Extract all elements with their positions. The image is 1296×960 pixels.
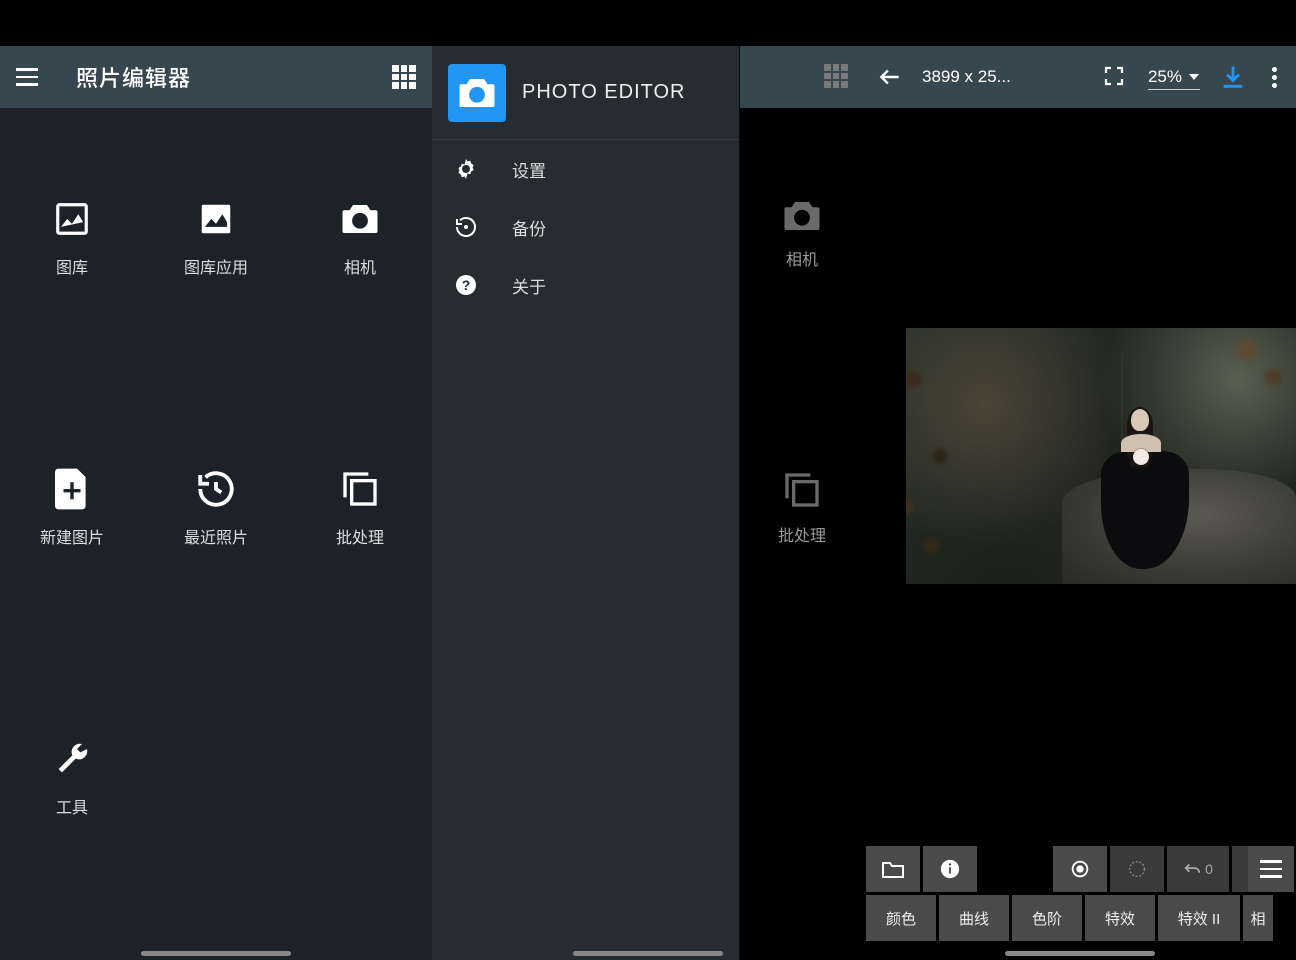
batch-icon [782,470,822,510]
gallery-icon [51,198,93,240]
back-button[interactable] [874,61,906,93]
gear-icon [452,157,480,181]
bg-batch-item: 批处理 [778,470,826,546]
status-bar [0,0,432,46]
wrench-icon [51,738,93,780]
home-indicator [573,951,723,956]
editor-panel: 3899 x 25... 25% [864,0,1296,960]
backup-item[interactable]: 备份 [432,198,739,256]
apps-grid-icon[interactable] [392,65,416,89]
apps-grid-icon[interactable] [824,64,848,88]
tool-row-tabs: 颜色 曲线 色阶 特效 特效 II 相 [866,895,1294,941]
about-label: 关于 [512,273,546,298]
nav-drawer: PHOTO EDITOR 设置 备份 ? 关于 [432,46,740,960]
status-bar [432,0,864,46]
zoom-dropdown[interactable]: 25% [1148,65,1200,90]
backup-label: 备份 [512,215,546,240]
tab-effects[interactable]: 特效 [1085,895,1155,941]
new-image-button[interactable]: 新建图片 [0,468,144,738]
tools-label: 工具 [56,794,88,818]
home-toolbar: 照片编辑器 [0,46,432,108]
tool-row-top: 0 0 [866,846,1294,892]
menu-icon[interactable] [16,63,44,91]
canvas-area[interactable] [864,108,1296,804]
undo-button[interactable]: 0 [1167,846,1229,892]
app-title: 照片编辑器 [76,61,191,93]
info-button[interactable] [923,846,977,892]
home-grid: 图库 图库应用 相机 新建图片 最近照片 [0,108,432,960]
batch-button[interactable]: 批处理 [288,468,432,738]
app-icon [448,64,506,122]
camera-label: 相机 [344,254,376,278]
drawer-header: PHOTO EDITOR [432,46,739,140]
gallery-button[interactable]: 图库 [0,198,144,468]
help-icon: ? [452,273,480,297]
home-indicator [141,951,291,956]
toolbar-gap [980,846,1050,892]
recent-button[interactable]: 最近照片 [144,468,288,738]
tab-more-cut[interactable]: 相 [1243,895,1273,941]
camera-button[interactable]: 相机 [288,198,432,468]
svg-text:?: ? [462,277,471,293]
drawer-panel: 相机 批处理 PHOTO EDITOR 设置 备份 ? [432,0,864,960]
camera-icon [781,198,823,234]
menu-fab-button[interactable] [1248,846,1294,892]
chevron-down-icon [1188,71,1200,83]
drawer-title: PHOTO EDITOR [522,81,686,104]
status-bar [864,0,1296,46]
batch-label: 批处理 [336,524,384,548]
brightness-button[interactable] [1110,846,1164,892]
gallery-label: 图库 [56,254,88,278]
gallery-app-icon [195,198,237,240]
about-item[interactable]: ? 关于 [432,256,739,314]
fullscreen-button[interactable] [1102,64,1128,90]
settings-label: 设置 [512,157,546,182]
new-image-label: 新建图片 [40,524,104,548]
undo-count: 0 [1205,861,1213,877]
tab-levels[interactable]: 色阶 [1012,895,1082,941]
home-panel: 照片编辑器 图库 图库应用 相机 新建图片 [0,0,432,960]
download-button[interactable] [1218,62,1248,92]
tab-effects2[interactable]: 特效 II [1158,895,1240,941]
gallery-app-button[interactable]: 图库应用 [144,198,288,468]
tab-curves[interactable]: 曲线 [939,895,1009,941]
recent-icon [195,468,237,510]
target-button[interactable] [1053,846,1107,892]
more-menu-button[interactable] [1262,67,1286,88]
bg-camera-label: 相机 [786,246,818,270]
open-folder-button[interactable] [866,846,920,892]
tool-rows: 0 0 颜色 曲线 色阶 特效 特效 II 相 [864,846,1296,944]
recent-label: 最近照片 [184,524,248,548]
image-dimensions: 3899 x 25... [922,67,1011,87]
background-grid: 相机 批处理 [740,160,864,546]
new-image-icon [51,468,93,510]
settings-item[interactable]: 设置 [432,140,739,198]
tools-button[interactable]: 工具 [0,738,144,960]
batch-icon [339,468,381,510]
editor-toolbar: 3899 x 25... 25% [864,46,1296,108]
zoom-value: 25% [1148,67,1182,87]
bg-batch-label: 批处理 [778,522,826,546]
camera-icon [339,198,381,240]
gallery-app-label: 图库应用 [184,254,248,278]
tab-color[interactable]: 颜色 [866,895,936,941]
restore-icon [452,215,480,239]
home-indicator [1005,951,1155,956]
bg-camera-item: 相机 [781,198,823,270]
image-preview [906,328,1296,584]
